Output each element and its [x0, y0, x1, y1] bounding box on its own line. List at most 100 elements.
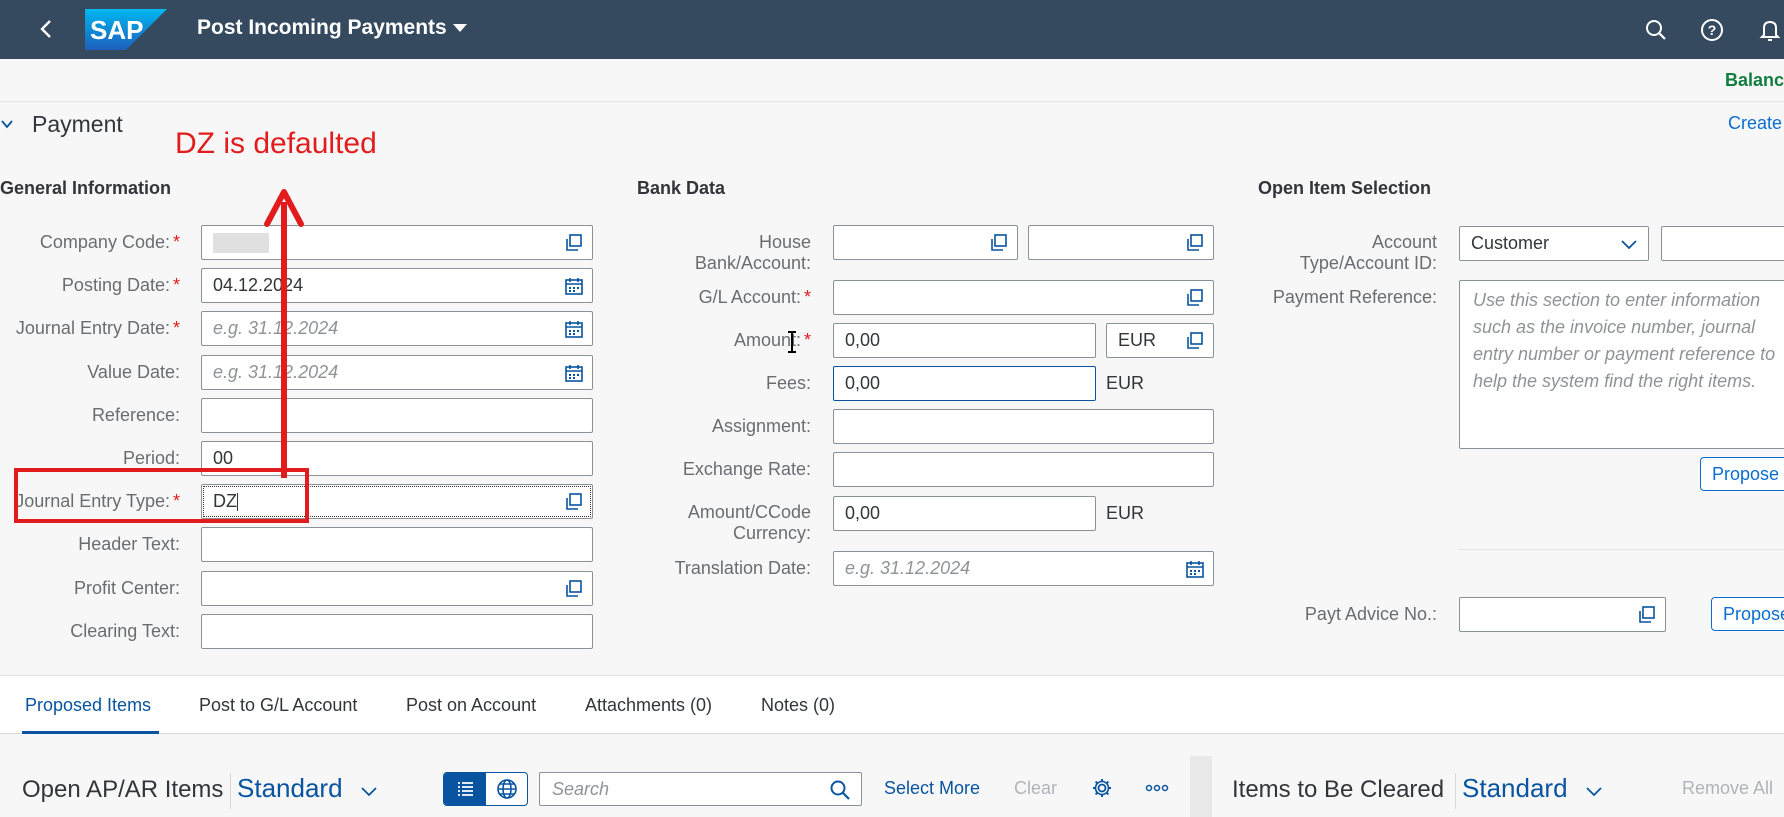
open-items-title: Open AP/AR Items — [22, 776, 224, 803]
value-help-icon[interactable] — [564, 579, 584, 599]
chevron-down-icon[interactable] — [1585, 784, 1603, 798]
sap-logo[interactable]: SAP — [85, 9, 167, 50]
amount-input[interactable]: 0,00 — [833, 323, 1096, 358]
remove-all-button[interactable]: Remove All — [1682, 778, 1773, 799]
open-item-selection-title: Open Item Selection — [1258, 178, 1432, 198]
tab-notes[interactable]: Notes (0) — [761, 695, 835, 716]
amount-currency-value: EUR — [1118, 330, 1157, 350]
value-date-label: Value Date: — [87, 362, 180, 382]
title-divider — [1455, 773, 1456, 809]
payment-reference-textarea[interactable]: Use this section to enter information su… — [1459, 280, 1784, 449]
profit-center-label: Profit Center: — [73, 578, 180, 598]
value-help-icon[interactable] — [1185, 331, 1205, 351]
translation-date-label: Translation Date: — [674, 558, 811, 578]
account-id-input[interactable] — [1661, 226, 1784, 261]
splitter[interactable] — [1190, 756, 1212, 817]
collapse-chevron-icon[interactable] — [0, 117, 14, 131]
account-type-select[interactable]: Customer — [1459, 226, 1649, 261]
journal-entry-date-label: Journal Entry Date: * — [15, 318, 180, 338]
profit-center-input[interactable] — [201, 571, 593, 606]
value-help-icon[interactable] — [564, 492, 584, 512]
calendar-icon[interactable] — [564, 276, 584, 296]
search-placeholder: Search — [552, 779, 610, 799]
propose-button[interactable]: Propose — [1700, 457, 1784, 491]
period-label: Period: — [122, 448, 180, 468]
items-to-be-cleared-title: Items to Be Cleared — [1232, 776, 1445, 803]
clearing-text-label: Clearing Text: — [70, 621, 180, 641]
value-help-icon[interactable] — [989, 233, 1009, 253]
header-text-label: Header Text: — [78, 534, 180, 554]
svg-text:SAP: SAP — [90, 15, 143, 45]
section-title[interactable]: Payment — [32, 111, 123, 138]
svg-text:?: ? — [1708, 22, 1717, 38]
calendar-icon[interactable] — [1185, 559, 1205, 579]
header-strip — [0, 59, 1784, 102]
text-cursor-icon — [788, 331, 796, 353]
back-icon[interactable] — [34, 16, 60, 42]
settings-icon[interactable] — [1091, 777, 1113, 799]
tab-attachments[interactable]: Attachments (0) — [585, 695, 712, 716]
account-type-label: Account Type/Account ID: — [1299, 232, 1437, 273]
tab-proposed-items[interactable]: Proposed Items — [25, 695, 151, 716]
notifications-icon[interactable] — [1757, 17, 1783, 43]
search-input[interactable]: Search — [539, 772, 862, 806]
tab-post-on-account[interactable]: Post on Account — [406, 695, 536, 716]
globe-view-button[interactable] — [486, 773, 527, 805]
search-icon[interactable] — [1643, 17, 1669, 43]
clearing-text-input[interactable] — [201, 614, 593, 649]
select-more-button[interactable]: Select More — [884, 778, 980, 799]
tab-post-to-gl-account[interactable]: Post to G/L Account — [199, 695, 357, 716]
globe-icon — [497, 779, 517, 799]
more-options-icon[interactable] — [1145, 784, 1169, 792]
value-help-icon[interactable] — [1185, 233, 1205, 253]
translation-date-input[interactable]: e.g. 31.12.2024 — [833, 551, 1214, 586]
fees-input[interactable]: 0,00 — [833, 366, 1096, 401]
translation-date-placeholder: e.g. 31.12.2024 — [845, 558, 971, 578]
exchange-rate-label: Exchange Rate: — [682, 459, 811, 479]
value-help-icon[interactable] — [1185, 288, 1205, 308]
general-information-title: General Information — [0, 178, 172, 198]
propose-advice-button[interactable]: Propose — [1711, 597, 1784, 631]
balance-indicator: Balance — [1725, 70, 1784, 90]
house-bank-input[interactable] — [833, 225, 1018, 260]
help-icon[interactable]: ? — [1699, 17, 1725, 43]
house-bank-label: House Bank/Account: — [694, 232, 811, 273]
annotation-arrow — [264, 189, 304, 478]
gl-account-input[interactable] — [833, 280, 1214, 315]
amount-label: Amount: * — [733, 330, 811, 350]
amount-ccode-input[interactable]: 0,00 — [833, 496, 1096, 531]
chevron-down-icon[interactable] — [360, 784, 378, 798]
list-icon — [458, 782, 473, 796]
annotation-text: DZ is defaulted — [175, 127, 377, 160]
amount-currency-input[interactable]: EUR — [1106, 323, 1214, 358]
gl-account-label: G/L Account: * — [698, 287, 811, 307]
chevron-down-icon — [1621, 240, 1637, 250]
search-icon[interactable] — [829, 779, 851, 801]
exchange-rate-input[interactable] — [833, 452, 1214, 487]
value-help-icon[interactable] — [564, 233, 584, 253]
clear-button[interactable]: Clear — [1014, 778, 1057, 799]
bank-account-input[interactable] — [1028, 225, 1214, 260]
account-type-value: Customer — [1471, 233, 1550, 253]
list-view-button[interactable] — [444, 773, 486, 805]
value-help-icon[interactable] — [1637, 605, 1657, 625]
assignment-label: Assignment: — [711, 416, 811, 436]
create-link[interactable]: Create — [1728, 113, 1782, 134]
assignment-input[interactable] — [833, 409, 1214, 444]
fees-label: Fees: — [765, 373, 811, 393]
ccode-currency: EUR — [1106, 503, 1145, 523]
fees-currency: EUR — [1106, 373, 1145, 393]
variant-selector[interactable]: Standard — [237, 773, 343, 804]
posting-date-label: Posting Date: * — [61, 275, 180, 295]
calendar-icon[interactable] — [564, 319, 584, 339]
calendar-icon[interactable] — [564, 363, 584, 383]
app-title[interactable]: Post Incoming Payments — [197, 16, 447, 40]
variant-selector-2[interactable]: Standard — [1462, 773, 1568, 804]
payt-advice-input[interactable] — [1459, 597, 1666, 632]
amount-ccode-currency-label: Amount/CCode Currency: — [687, 502, 811, 543]
active-tab-indicator — [22, 731, 159, 734]
view-toggle[interactable] — [443, 772, 528, 806]
header-text-input[interactable] — [201, 527, 593, 562]
title-dropdown-icon[interactable] — [452, 22, 468, 34]
separator — [1459, 549, 1784, 550]
